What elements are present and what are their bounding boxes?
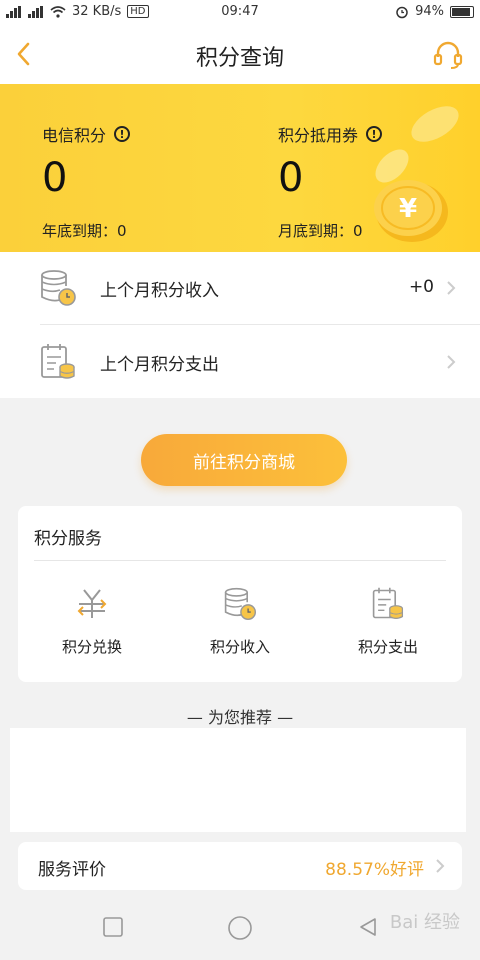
list-item-income[interactable]: 上个月积分收入 +0 bbox=[0, 252, 480, 324]
exchange-icon bbox=[77, 589, 107, 618]
rating-score: 88.57%好评 bbox=[325, 860, 424, 880]
points-services-card: 积分服务 积分兑换 积分收入 积分支出 bbox=[18, 506, 462, 682]
calendar-coins-icon bbox=[41, 344, 75, 379]
chevron-right-icon bbox=[436, 859, 445, 873]
alarm-icon bbox=[396, 6, 408, 18]
battery-icon bbox=[450, 5, 474, 18]
status-bar: 32 KB/s HD 09:47 94% bbox=[0, 0, 480, 24]
watermark: Bai 经验 bbox=[389, 912, 460, 933]
recents-icon[interactable] bbox=[103, 917, 123, 937]
page-title: 积分查询 bbox=[195, 46, 284, 71]
coins-clock-icon bbox=[224, 587, 257, 621]
monthly-points-list: 上个月积分收入 +0 上个月积分支出 bbox=[0, 252, 480, 398]
recommend-panel bbox=[10, 728, 466, 832]
list-item-expense[interactable]: 上个月积分支出 bbox=[0, 326, 480, 398]
service-label: 积分兑换 bbox=[61, 638, 122, 656]
home-icon[interactable] bbox=[227, 915, 253, 941]
back-nav-icon[interactable] bbox=[358, 917, 378, 937]
service-label: 积分支出 bbox=[357, 638, 418, 656]
service-exchange[interactable]: 积分兑换 bbox=[32, 586, 152, 657]
list-item-value: +0 bbox=[408, 277, 434, 297]
recommend-title: — 为您推荐 — bbox=[186, 708, 294, 727]
nav-bar: 积分查询 bbox=[0, 24, 480, 84]
gold-coins-icon: ¥ bbox=[374, 106, 459, 242]
chevron-right-icon bbox=[447, 281, 456, 295]
chevron-right-icon bbox=[447, 355, 456, 369]
svg-text:¥: ¥ bbox=[399, 194, 417, 224]
list-item-label: 上个月积分收入 bbox=[100, 281, 219, 301]
services-title: 积分服务 bbox=[34, 529, 102, 549]
points-banner: 电信积分 ! 0 年底到期：0 积分抵用券 ! 0 月底到期：0 ¥ bbox=[0, 84, 480, 252]
service-label: 积分收入 bbox=[209, 638, 270, 656]
service-expense[interactable]: 积分支出 bbox=[328, 586, 448, 657]
list-item-label: 上个月积分支出 bbox=[100, 355, 219, 375]
service-income[interactable]: 积分收入 bbox=[180, 586, 300, 657]
info-icon[interactable]: ! bbox=[114, 126, 131, 142]
divider bbox=[40, 324, 480, 325]
telecom-points-expire: 年底到期：0 bbox=[42, 222, 127, 240]
telecom-points-panel: 电信积分 ! 0 年底到期：0 bbox=[42, 122, 131, 241]
battery-percent: 94% bbox=[415, 4, 444, 19]
divider bbox=[34, 560, 446, 561]
calendar-coins-icon bbox=[372, 587, 404, 620]
headset-icon[interactable] bbox=[432, 39, 464, 71]
service-rating-row[interactable]: 服务评价 88.57%好评 bbox=[18, 842, 462, 890]
points-mall-button[interactable]: 前往积分商城 bbox=[141, 434, 347, 486]
telecom-points-value: 0 bbox=[42, 155, 68, 201]
telecom-points-label: 电信积分 bbox=[42, 126, 107, 145]
rating-label: 服务评价 bbox=[38, 860, 106, 880]
coins-clock-icon bbox=[41, 270, 76, 306]
